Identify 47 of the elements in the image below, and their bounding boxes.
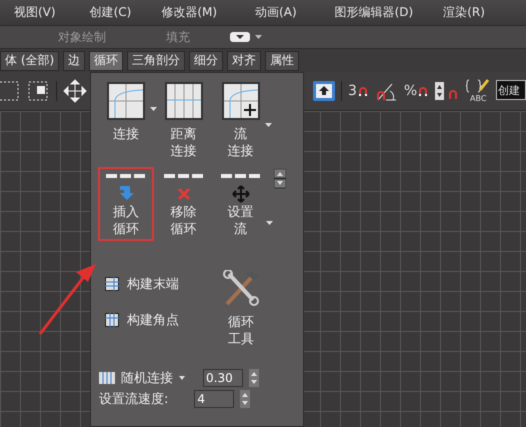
ribbon-tab[interactable]: 对齐: [227, 50, 262, 70]
grid-icon: [107, 82, 145, 120]
connect-button[interactable]: 连接: [99, 79, 153, 163]
spinner-icon[interactable]: [249, 369, 259, 387]
dropdown-icon[interactable]: [230, 32, 264, 42]
toggle-button-icon[interactable]: [313, 81, 335, 101]
ribbon-tab[interactable]: 属性: [265, 50, 300, 70]
spinner-icon[interactable]: [240, 390, 250, 408]
connect-button[interactable]: 距离 连接: [156, 79, 210, 163]
move-icon[interactable]: [63, 79, 87, 103]
random-connect-label: 随机连接: [121, 370, 173, 387]
ribbon-tab[interactable]: 循环: [89, 50, 124, 70]
flow-speed-label: 设置流速度:: [99, 391, 168, 408]
flow-speed-field[interactable]: 4: [194, 390, 234, 408]
menu-item[interactable]: 视图(V): [14, 4, 56, 21]
magnet-icon: [358, 86, 368, 96]
random-connect-field[interactable]: 0.30: [203, 369, 243, 387]
loop-button[interactable]: 设置 流: [212, 167, 268, 241]
connect-button[interactable]: 流 连接: [214, 79, 268, 163]
ribbon-tab[interactable]: 三角剖分: [127, 50, 186, 70]
random-connect-icon: [99, 372, 115, 384]
grid-icon: [222, 82, 260, 120]
named-selection-field[interactable]: 创建: [496, 80, 526, 100]
magnet-icon: [418, 86, 428, 96]
loop-button[interactable]: 移除 循环: [156, 167, 212, 241]
grid-icon: [105, 277, 119, 291]
percent-snap-toggle[interactable]: %: [404, 83, 428, 99]
grid-icon: [105, 313, 119, 327]
snap-toggle[interactable]: 3: [348, 83, 368, 99]
menu-item[interactable]: 修改器(M): [161, 4, 218, 21]
loop-tools-button[interactable]: 循环 工具: [213, 267, 269, 351]
ribbon-tab[interactable]: 边: [63, 50, 86, 70]
scroll-arrows-icon[interactable]: [274, 169, 286, 189]
ribbon-tab[interactable]: 细分: [189, 50, 224, 70]
wrench-hammer-icon: [221, 270, 261, 306]
window-crossing-icon[interactable]: [28, 80, 50, 102]
caret-icon: [179, 376, 185, 380]
edit-named-selections-button[interactable]: ABC: [466, 79, 490, 103]
build-button[interactable]: 构建末端: [105, 275, 179, 293]
build-button[interactable]: 构建角点: [105, 311, 179, 329]
menu-item[interactable]: 渲染(R): [443, 4, 485, 21]
ribbon-tab[interactable]: 体 (全部): [0, 50, 60, 70]
grid-icon: [164, 82, 202, 120]
menu-item[interactable]: 图形编辑器(D): [334, 4, 414, 21]
menu-item[interactable]: 动画(A): [255, 4, 297, 21]
loop-button[interactable]: 插入 循环: [98, 167, 154, 241]
menu-item[interactable]: 创建(C): [90, 4, 132, 21]
